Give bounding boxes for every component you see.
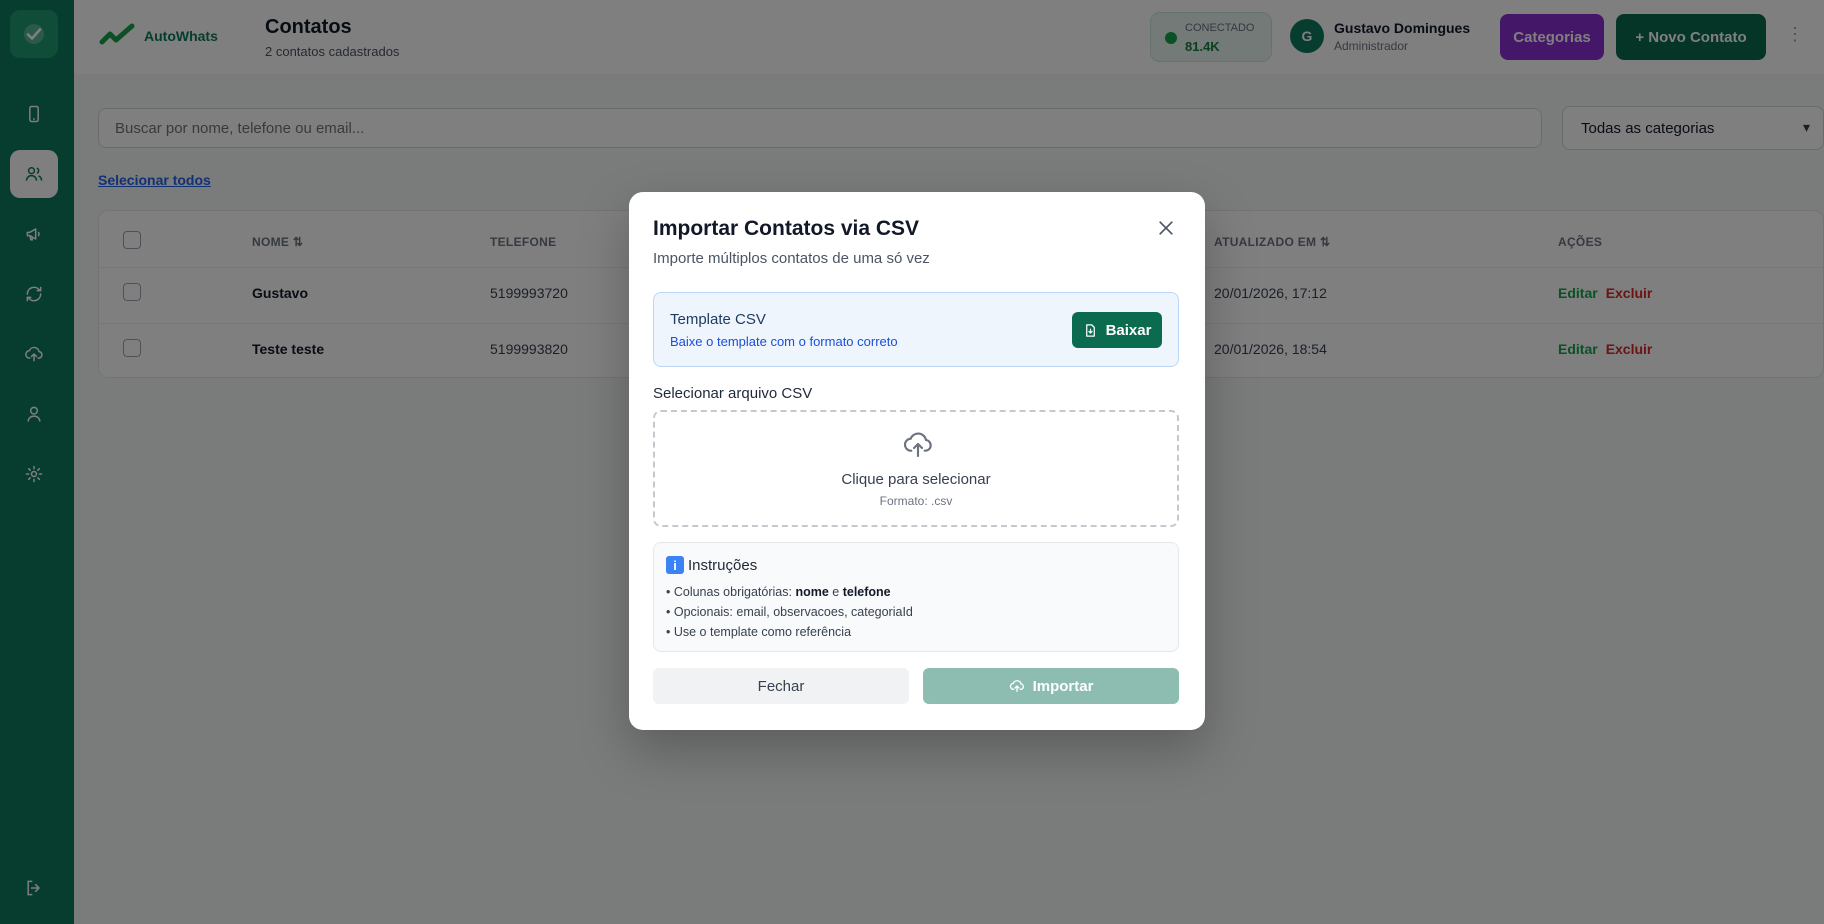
file-download-icon xyxy=(1085,323,1095,337)
instruction-optional: • Opcionais: email, observacoes, categor… xyxy=(666,605,913,619)
dropzone-format: Formato: .csv xyxy=(879,494,953,508)
modal-subtitle: Importe múltiplos contatos de uma só vez xyxy=(653,250,930,267)
info-icon: i xyxy=(666,556,684,574)
instruction-required: • Colunas obrigatórias: nome e telefone xyxy=(666,585,891,599)
instruction-required-prefix: • Colunas obrigatórias: xyxy=(666,585,796,599)
instructions-box: i Instruções • Colunas obrigatórias: nom… xyxy=(653,542,1179,652)
download-template-label: Baixar xyxy=(1105,321,1152,339)
modal-title: Importar Contatos via CSV xyxy=(653,217,920,240)
required-column-phone: telefone xyxy=(842,585,891,599)
instructions-heading: i Instruções xyxy=(666,556,757,574)
instruction-template: • Use o template como referência xyxy=(666,625,852,639)
download-template-button[interactable]: Baixar xyxy=(1072,312,1162,348)
close-modal-button[interactable]: Fechar xyxy=(653,668,909,704)
cloud-upload-icon xyxy=(1009,680,1024,692)
template-title: Template CSV xyxy=(670,311,766,328)
import-button-label: Importar xyxy=(1032,677,1094,695)
dropzone-title: Clique para selecionar xyxy=(841,471,991,488)
csv-dropzone[interactable]: Clique para selecionar Formato: .csv xyxy=(653,410,1179,527)
template-subtitle: Baixe o template com o formato correto xyxy=(670,334,898,349)
close-button[interactable] xyxy=(1154,216,1178,240)
file-select-label: Selecionar arquivo CSV xyxy=(653,385,813,402)
import-csv-modal: Importar Contatos via CSV Importe múltip… xyxy=(629,192,1205,730)
required-column-name: nome xyxy=(795,585,829,599)
close-icon xyxy=(1159,221,1173,235)
template-csv-box: Template CSV Baixe o template com o form… xyxy=(653,292,1179,367)
cloud-upload-icon xyxy=(903,432,932,458)
instructions-title: Instruções xyxy=(688,556,758,574)
instruction-required-joiner: e xyxy=(828,585,843,599)
import-button[interactable]: Importar xyxy=(923,668,1179,704)
